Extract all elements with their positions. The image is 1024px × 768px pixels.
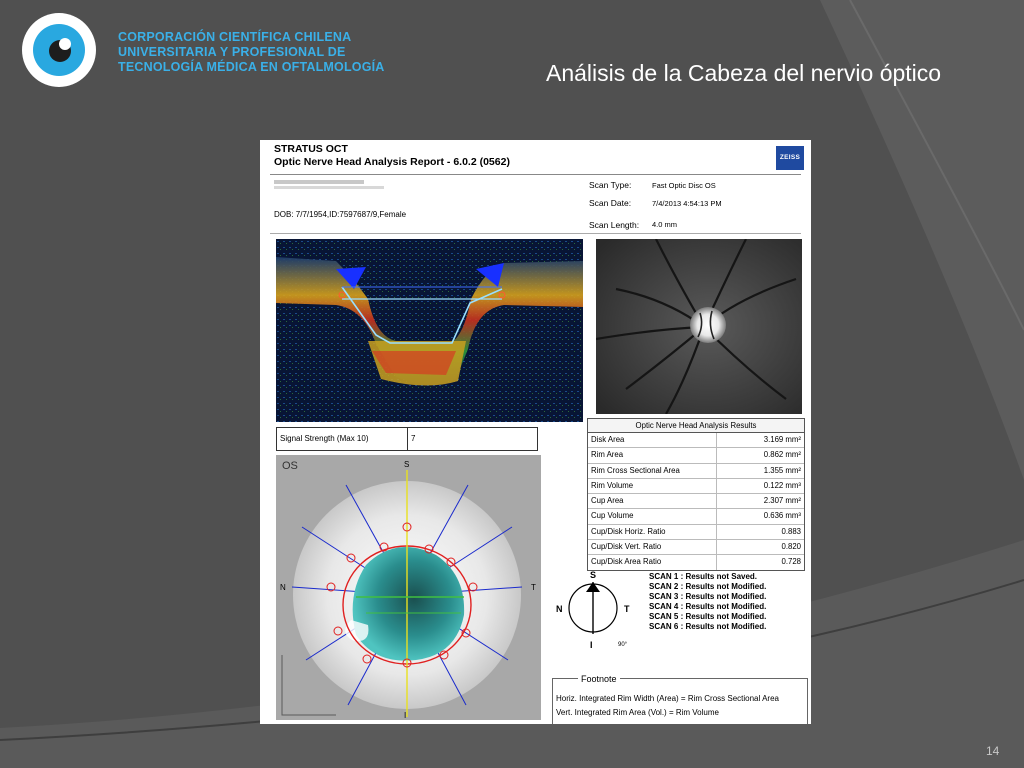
- results-row: Cup Volume 0.636 mm³: [588, 509, 804, 525]
- results-table: Optic Nerve Head Analysis Results Disk A…: [587, 418, 805, 571]
- fundus-image: [596, 239, 802, 414]
- scan-status-item: SCAN 4 : Results not Modified.: [649, 602, 767, 611]
- signal-strength-label: Signal Strength (Max 10): [280, 434, 369, 443]
- results-row-label: Disk Area: [591, 435, 625, 444]
- compass-inferior: I: [590, 640, 593, 650]
- results-row-value: 0.883: [781, 526, 801, 536]
- results-row-label: Cup/Disk Area Ratio: [591, 557, 662, 567]
- slide: CORPORACIÓN CIENTÍFICA CHILENA UNIVERSIT…: [0, 0, 1024, 768]
- results-table-title: Optic Nerve Head Analysis Results: [588, 419, 804, 433]
- map-nasal-label: N: [280, 583, 286, 592]
- results-row-value: 0.862 mm²: [763, 450, 801, 460]
- map-temporal-label: T: [531, 583, 536, 592]
- footnote-line-2: Vert. Integrated Rim Area (Vol.) = Rim V…: [556, 708, 719, 717]
- results-row-label: Rim Volume: [591, 480, 634, 490]
- results-row-value: 3.169 mm²: [763, 435, 801, 444]
- results-row: Cup/Disk Vert. Ratio 0.820: [588, 540, 804, 556]
- results-row-value: 0.820: [781, 542, 801, 552]
- optic-disc-map: OS S I N T: [276, 455, 541, 720]
- results-row-label: Rim Area: [591, 450, 624, 460]
- scan-status-item: SCAN 3 : Results not Modified.: [649, 592, 767, 601]
- scan-length-value: 4.0 mm: [652, 220, 678, 229]
- scan-status-list: SCAN 1 : Results not Saved. SCAN 2 : Resu…: [649, 572, 766, 632]
- scan-status-item: SCAN 1 : Results not Saved.: [649, 572, 758, 581]
- results-row-label: Cup/Disk Horiz. Ratio: [591, 526, 666, 536]
- oct-bscan-image: [276, 239, 583, 422]
- scan-type-value: Fast Optic Disc OS: [652, 181, 716, 190]
- results-row: Rim Cross Sectional Area 1.355 mm²: [588, 463, 804, 479]
- report-subtitle: Optic Nerve Head Analysis Report - 6.0.2…: [274, 156, 510, 168]
- scan-date-value: 7/4/2013 4:54:13 PM: [652, 199, 722, 208]
- signal-strength-value: 7: [411, 434, 416, 443]
- results-row-value: 0.122 mm³: [763, 480, 801, 490]
- results-row-value: 2.307 mm²: [763, 496, 801, 506]
- oct-report: STRATUS OCT Optic Nerve Head Analysis Re…: [260, 140, 811, 724]
- results-row-value: 0.728: [781, 557, 801, 567]
- scan-status-item: SCAN 6 : Results not Modified.: [649, 622, 767, 631]
- eye-icon: [33, 24, 85, 76]
- map-superior-label: S: [404, 460, 409, 469]
- footnote-title: Footnote: [578, 674, 620, 684]
- compass-angle: 90°: [618, 642, 628, 648]
- results-row-value: 0.636 mm³: [763, 511, 801, 521]
- signal-strength-table: Signal Strength (Max 10) 7: [276, 427, 538, 451]
- compass-superior: S: [590, 570, 596, 580]
- results-row-value: 1.355 mm²: [763, 465, 801, 475]
- results-row-label: Cup Area: [591, 496, 624, 506]
- compass-nasal: N: [556, 604, 563, 614]
- scan-date-label: Scan Date:: [589, 198, 632, 208]
- results-row: Cup/Disk Horiz. Ratio 0.883: [588, 524, 804, 541]
- zeiss-logo: ZEISS: [776, 146, 804, 170]
- results-row-label: Cup/Disk Vert. Ratio: [591, 542, 662, 552]
- scan-status-item: SCAN 2 : Results not Modified.: [649, 582, 767, 591]
- redacted-patient-name: [274, 180, 364, 184]
- footnote-line-1: Horiz. Integrated Rim Width (Area) = Rim…: [556, 694, 779, 703]
- organization-logo: [22, 13, 96, 87]
- slide-title: Análisis de la Cabeza del nervio óptico: [546, 60, 942, 86]
- page-number: 14: [986, 744, 1000, 758]
- eye-label: OS: [282, 460, 298, 472]
- results-row: Cup Area 2.307 mm²: [588, 494, 804, 510]
- compass-temporal: T: [624, 604, 630, 614]
- map-inferior-label: I: [404, 711, 406, 720]
- results-row: Disk Area 3.169 mm²: [588, 433, 804, 449]
- scan-type-label: Scan Type:: [589, 180, 632, 190]
- organization-name: CORPORACIÓN CIENTÍFICA CHILENA UNIVERSIT…: [118, 30, 385, 74]
- results-row: Rim Volume 0.122 mm³: [588, 478, 804, 495]
- results-row-label: Cup Volume: [591, 511, 634, 521]
- orientation-compass: S I N T 90°: [556, 570, 630, 650]
- scan-status-item: SCAN 5 : Results not Modified.: [649, 612, 767, 621]
- scan-length-label: Scan Length:: [589, 220, 640, 230]
- patient-dob: DOB: 7/7/1954,ID:7597687/9,Female: [274, 210, 407, 219]
- results-row: Cup/Disk Area Ratio 0.728: [588, 555, 804, 570]
- results-row: Rim Area 0.862 mm²: [588, 448, 804, 464]
- report-title: STRATUS OCT: [274, 143, 348, 155]
- results-row-label: Rim Cross Sectional Area: [591, 465, 680, 475]
